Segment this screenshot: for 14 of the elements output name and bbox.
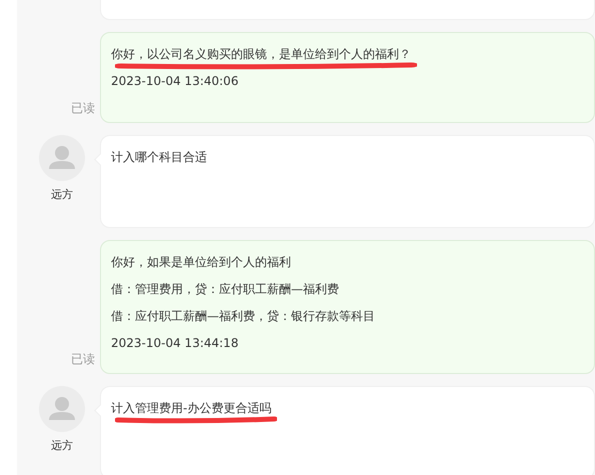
author-name: 远方: [51, 187, 73, 202]
message-text: 你好，如果是单位给到个人的福利: [111, 255, 291, 269]
message-text: 借：应付职工薪酬—福利费，贷：银行存款等科目: [111, 309, 375, 323]
message-text: 计入管理费用-办公费更合适吗: [111, 401, 272, 415]
read-status: 已读: [71, 100, 95, 117]
avatar-icon: [39, 135, 85, 181]
message-text: 你好，以公司名义购买的眼镜，是单位给到个人的福利？: [111, 47, 411, 61]
message-time: 2023-10-04 13:40:06: [111, 74, 238, 88]
message-text: 借：管理费用，贷：应付职工薪酬—福利费: [111, 282, 339, 296]
author-name: 远方: [51, 438, 73, 453]
avatar-icon: [39, 386, 85, 432]
message-time: 2023-10-04 13:44:18: [111, 336, 238, 350]
read-status: 已读: [71, 351, 95, 368]
message-text: 计入哪个科目合适: [111, 150, 207, 164]
